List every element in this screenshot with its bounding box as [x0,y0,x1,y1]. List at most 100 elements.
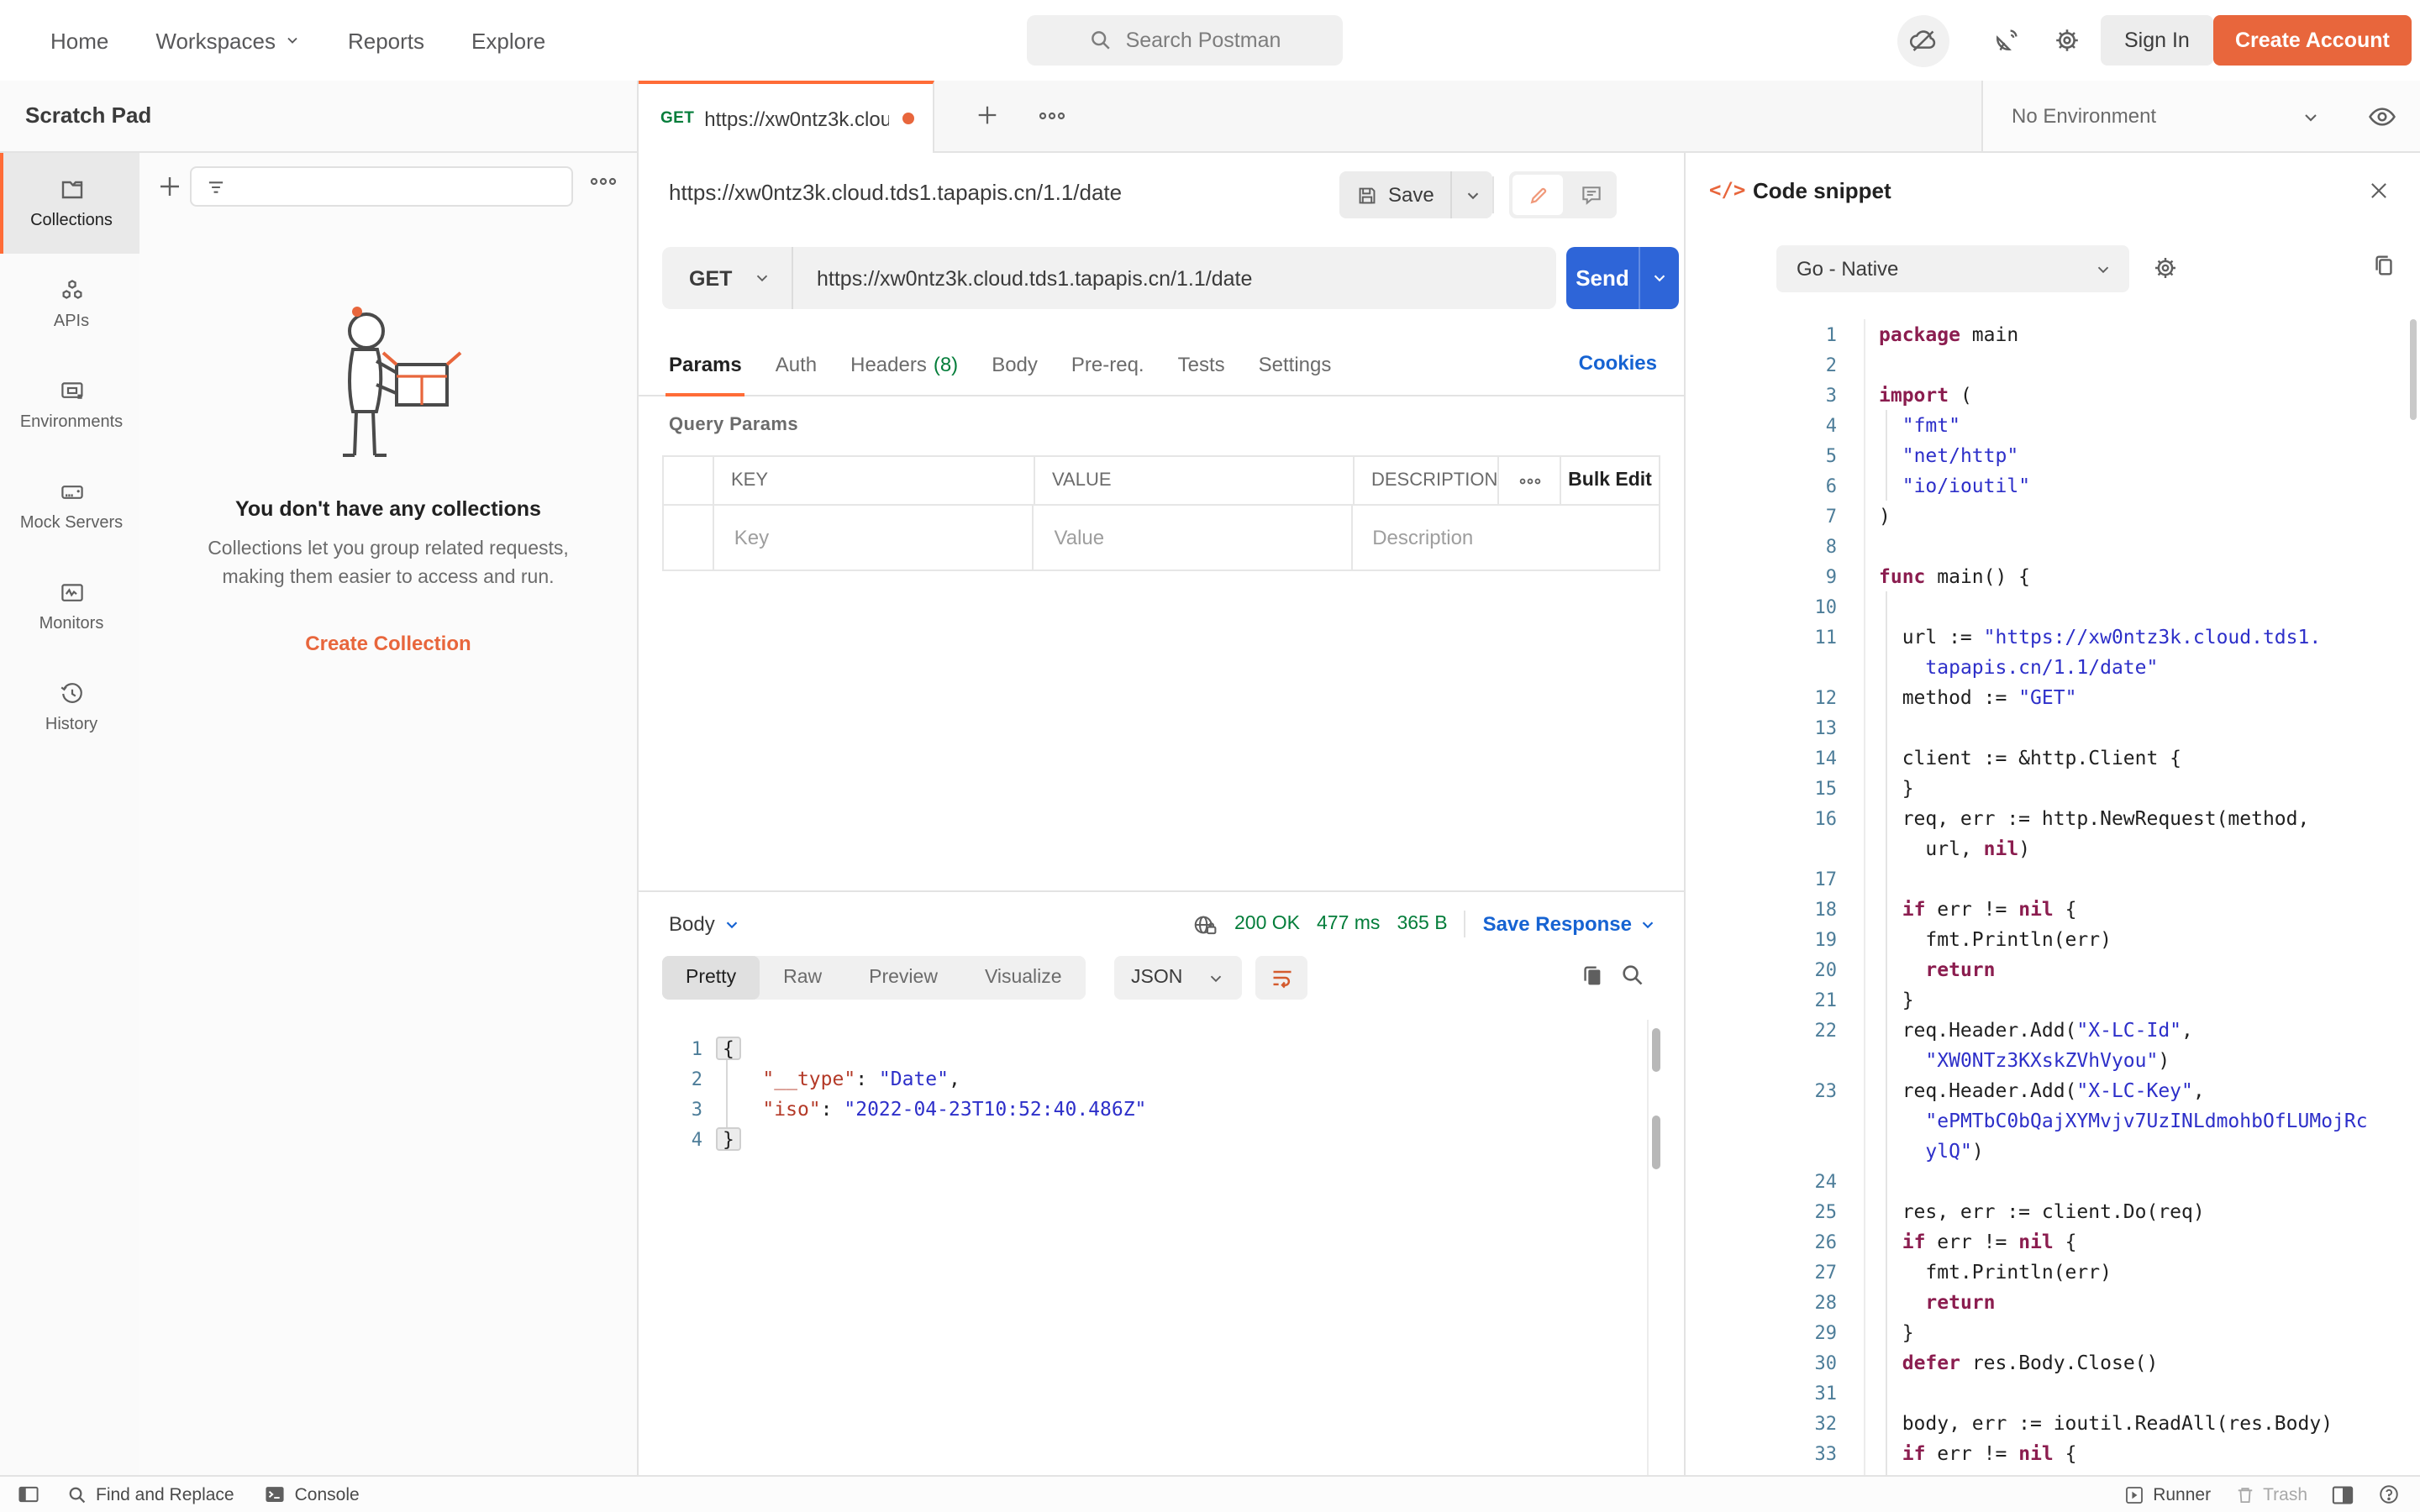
sidebar-item-collections[interactable]: Collections [0,153,139,254]
runner-button[interactable]: Runner [2124,1484,2211,1504]
create-account-button[interactable]: Create Account [2213,15,2412,66]
view-tab-visualize[interactable]: Visualize [961,956,1086,1000]
search-response-button[interactable] [1620,963,1645,988]
key-input[interactable] [731,524,1033,551]
nav-item-reports[interactable]: Reports [348,28,424,53]
column-options-button[interactable] [1499,457,1561,504]
fold-marker[interactable]: { [716,1037,741,1060]
response-size[interactable]: 365 B [1397,914,1447,934]
view-tab-preview[interactable]: Preview [845,956,961,1000]
nav-item-explore[interactable]: Explore [471,28,545,53]
environment-selector[interactable]: No Environment [2012,104,2156,128]
cookies-link[interactable]: Cookies [1579,351,1657,375]
response-format-selector[interactable]: JSON [1114,956,1242,1000]
nav-item-workspaces[interactable]: Workspaces [155,28,301,53]
table-header-row: KEY VALUE DESCRIPTION Bulk Edit [664,457,1659,506]
send-button[interactable]: Send [1566,247,1639,309]
sign-in-button[interactable]: Sign In [2101,15,2213,66]
snippet-code[interactable]: 1package main23import (4 "fmt"5 "net/htt… [1686,319,2410,1475]
line-number: 16 [1686,807,1837,829]
panel-options-button[interactable] [590,176,617,186]
tab-headers[interactable]: Headers(8) [850,331,958,396]
rename-button[interactable] [1512,175,1563,215]
line-number: 18 [1686,898,1837,920]
view-tab-raw[interactable]: Raw [760,956,845,1000]
sidebar-item-history[interactable]: History [0,657,139,758]
response-time[interactable]: 477 ms [1317,914,1380,934]
nav-item-home[interactable]: Home [50,28,108,53]
code-line: 33 if err != nil { [1686,1438,2410,1468]
save-response-button[interactable]: Save Response [1483,912,1657,936]
value-input[interactable] [1051,524,1351,551]
divider [1492,176,1494,213]
snippet-settings-button[interactable] [2153,255,2178,281]
find-replace-button[interactable]: Find and Replace [67,1484,234,1504]
tab-pre-req[interactable]: Pre-req. [1071,331,1144,396]
environment-quick-look-button[interactable] [2368,104,2396,129]
filter-input[interactable] [190,166,573,207]
comment-button[interactable] [1566,171,1617,218]
search-input[interactable]: Search Postman [1027,15,1343,66]
fold-marker[interactable]: } [716,1127,741,1151]
tab-options-button[interactable] [1039,111,1065,121]
sidebar-item-mock-servers[interactable]: Mock Servers [0,455,139,556]
line-number: 29 [1686,1321,1837,1343]
offline-status-button[interactable] [1897,15,1949,67]
tab-auth[interactable]: Auth [776,331,817,396]
description-input[interactable] [1369,524,1659,551]
copy-response-button[interactable] [1580,963,1605,990]
response-body-viewer[interactable]: 1{2 "__type": "Date",3 "iso": "2022-04-2… [639,1020,1684,1475]
settings-button[interactable] [2054,27,2081,54]
tab-body[interactable]: Body [992,331,1038,396]
save-options-button[interactable] [1451,171,1493,218]
nav-label: Workspaces [155,28,276,53]
url-builder: GET [662,247,1556,309]
console-button[interactable]: Console [265,1483,360,1505]
response-body-selector[interactable]: Body [669,902,742,946]
scrollbar-thumb[interactable] [1652,1116,1660,1169]
copy-snippet-button[interactable] [2371,252,2396,279]
status-badge[interactable]: 200 OK [1234,914,1300,934]
request-tabs-row: Params Auth Headers(8) Body Pre-req. Tests Set… [639,331,1684,396]
code-line: 11 url := "https://xw0ntz3k.cloud.tds1. [1686,622,2410,652]
create-collection-link[interactable]: Create Collection [139,632,637,655]
send-options-button[interactable] [1639,247,1679,309]
sidebar-toggle-button[interactable] [17,1483,40,1505]
method-selector[interactable]: GET [662,247,793,309]
scrollbar-thumb[interactable] [2410,319,2417,420]
scrollbar-track [1647,1020,1649,1475]
wrap-lines-button[interactable] [1255,956,1307,1000]
code-line: 24 [1686,1166,2410,1196]
tab-settings[interactable]: Settings [1259,331,1332,396]
bulk-edit-button[interactable]: Bulk Edit [1561,457,1659,504]
sidebar-item-environments[interactable]: Environments [0,354,139,455]
chevron-down-icon[interactable] [2301,108,2321,128]
two-pane-view-button[interactable] [2331,1484,2354,1504]
close-panel-button[interactable] [2368,180,2390,202]
line-number: 27 [1686,1261,1837,1283]
view-tab-pretty[interactable]: Pretty [662,956,760,1000]
sidebar-item-apis[interactable]: APIs [0,254,139,354]
tab-label: Params [669,352,742,375]
language-selector[interactable]: Go - Native [1776,245,2129,292]
tab-tests[interactable]: Tests [1178,331,1225,396]
tab-params[interactable]: Params [669,331,742,396]
collections-panel: You don't have any collections Collectio… [139,153,639,1475]
line-number: 13 [1686,717,1837,738]
scrollbar-thumb[interactable] [1652,1028,1660,1072]
row-handle[interactable] [664,506,714,570]
tab-label: Tests [1178,352,1225,375]
network-globe-icon[interactable] [1191,911,1218,937]
save-button[interactable]: Save [1339,171,1451,218]
line-number: 20 [1686,958,1837,980]
code-line: 15 } [1686,773,2410,803]
add-collection-button[interactable] [156,173,183,200]
url-input[interactable] [793,265,1556,291]
trash-button[interactable]: Trash [2234,1484,2307,1504]
satellite-button[interactable] [1993,27,2020,54]
new-tab-button[interactable] [975,102,1000,128]
help-button[interactable] [2378,1483,2400,1505]
sidebar-item-monitors[interactable]: Monitors [0,556,139,657]
code-line: 29 } [1686,1317,2410,1347]
request-tab[interactable]: GET https://xw0ntz3k.clouc [639,81,934,153]
